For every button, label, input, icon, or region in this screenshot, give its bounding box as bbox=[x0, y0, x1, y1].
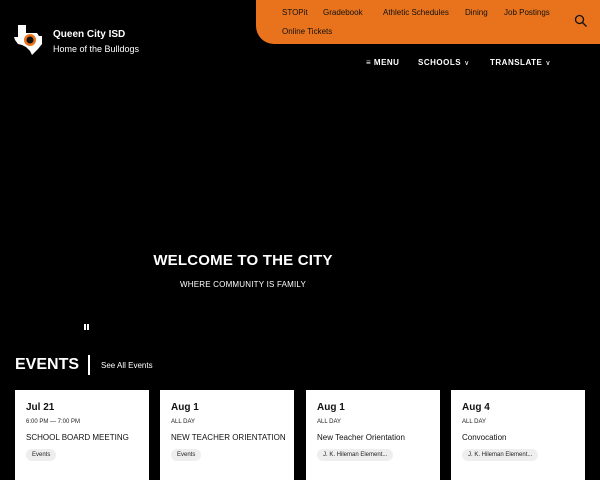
district-name[interactable]: Queen City ISD bbox=[53, 29, 125, 40]
divider bbox=[88, 355, 90, 375]
menu-button[interactable]: ≡ MENU bbox=[366, 58, 399, 67]
translate-dropdown[interactable]: TRANSLATE ∨ bbox=[490, 58, 551, 67]
event-time: ALL DAY bbox=[462, 419, 487, 425]
hero-subtitle: WHERE COMMUNITY IS FAMILY bbox=[179, 280, 307, 289]
hamburger-icon: ≡ bbox=[366, 58, 372, 67]
schools-dropdown[interactable]: SCHOOLS ∨ bbox=[418, 58, 470, 67]
search-icon[interactable] bbox=[574, 14, 588, 28]
event-time: ALL DAY bbox=[317, 419, 342, 425]
main-nav: ≡ MENU SCHOOLS ∨ TRANSLATE ∨ bbox=[366, 58, 586, 70]
event-date: Jul 21 bbox=[26, 402, 55, 413]
translate-label: TRANSLATE bbox=[490, 58, 543, 67]
hero-title: WELCOME TO THE CITY bbox=[153, 252, 333, 269]
event-date: Aug 4 bbox=[462, 402, 490, 413]
event-time: ALL DAY bbox=[171, 419, 196, 425]
events-heading: EVENTS bbox=[15, 356, 80, 373]
event-title: Convocation bbox=[462, 433, 507, 442]
event-time: 6:00 PM — 7:00 PM bbox=[26, 419, 81, 425]
utility-link-athletic-schedules[interactable]: Athletic Schedules bbox=[383, 8, 449, 17]
chevron-down-icon: ∨ bbox=[464, 60, 470, 67]
menu-label: MENU bbox=[373, 58, 400, 67]
event-category-tag[interactable]: Events bbox=[26, 449, 57, 461]
event-card[interactable]: Jul 21 6:00 PM — 7:00 PM SCHOOL BOARD ME… bbox=[15, 390, 149, 480]
event-card[interactable]: Aug 1 ALL DAY NEW TEACHER ORIENTATION Ev… bbox=[160, 390, 294, 480]
utility-link-stopit[interactable]: STOPit bbox=[282, 8, 308, 17]
pause-icon[interactable] bbox=[84, 324, 90, 331]
utility-bar: STOPit Gradebook Athletic Schedules Dini… bbox=[256, 0, 600, 44]
chevron-down-icon: ∨ bbox=[545, 60, 551, 67]
see-all-events-link[interactable]: See All Events bbox=[101, 361, 153, 370]
event-category-tag[interactable]: Events bbox=[171, 449, 202, 461]
event-title: New Teacher Orientation bbox=[317, 433, 405, 442]
event-category-tag[interactable]: J. K. Hileman Element... bbox=[462, 449, 539, 461]
district-tagline: Home of the Bulldogs bbox=[53, 44, 140, 54]
schools-label: SCHOOLS bbox=[418, 58, 462, 67]
utility-link-gradebook[interactable]: Gradebook bbox=[323, 8, 363, 17]
utility-link-dining[interactable]: Dining bbox=[465, 8, 488, 17]
event-date: Aug 1 bbox=[171, 402, 199, 413]
utility-link-online-tickets[interactable]: Online Tickets bbox=[282, 27, 332, 36]
event-card[interactable]: Aug 4 ALL DAY Convocation J. K. Hileman … bbox=[451, 390, 585, 480]
event-title: SCHOOL BOARD MEETING bbox=[26, 433, 129, 442]
event-category-tag[interactable]: J. K. Hileman Element... bbox=[317, 449, 394, 461]
event-date: Aug 1 bbox=[317, 402, 345, 413]
texas-bulldog-logo[interactable] bbox=[12, 22, 46, 56]
utility-link-job-postings[interactable]: Job Postings bbox=[504, 8, 550, 17]
event-card[interactable]: Aug 1 ALL DAY New Teacher Orientation J.… bbox=[306, 390, 440, 480]
event-title: NEW TEACHER ORIENTATION bbox=[171, 433, 286, 442]
